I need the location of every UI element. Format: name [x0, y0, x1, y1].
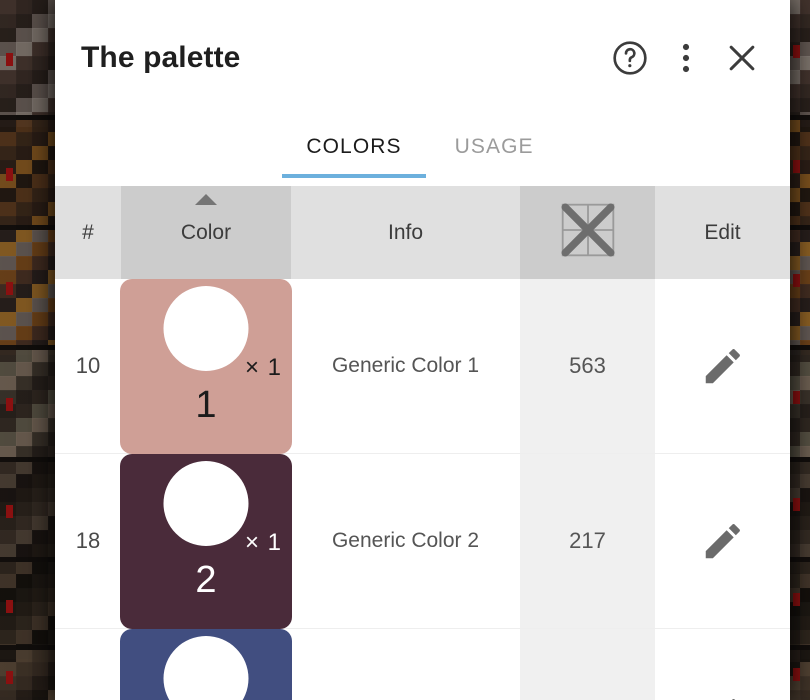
column-header-color-label: Color [180, 220, 232, 244]
row-info-value: Generic Color 1 [331, 353, 480, 377]
row-number-cell [55, 629, 121, 700]
column-header-color[interactable]: Color [121, 186, 291, 279]
tab-bar: COLORS USAGE [55, 116, 790, 186]
swatch-index: 1 [195, 383, 217, 426]
table-header-row: # Color Info Edit [55, 186, 790, 279]
table-row[interactable]: 10 × 1 1 Generic Color 1 563 [55, 278, 790, 454]
column-header-number[interactable]: # [55, 186, 121, 279]
color-swatch[interactable]: × 1 3 [120, 628, 292, 700]
column-header-stitches[interactable] [520, 186, 655, 279]
row-number-value: 18 [75, 528, 101, 553]
row-edit-cell[interactable] [655, 629, 790, 700]
table-row[interactable]: 18 × 1 2 Generic Color 2 217 [55, 453, 790, 629]
cross-stitch-icon [557, 199, 619, 267]
row-count-value: 563 [569, 353, 606, 378]
swatch-hole-icon [163, 285, 249, 371]
row-color-cell[interactable]: × 1 2 [120, 453, 292, 629]
row-color-cell[interactable]: × 1 1 [120, 278, 292, 454]
row-color-cell[interactable]: × 1 3 [120, 628, 292, 700]
sort-ascending-icon [195, 194, 217, 205]
color-swatch[interactable]: × 1 2 [120, 453, 292, 629]
close-icon[interactable] [714, 30, 770, 86]
row-count-value: 217 [569, 528, 606, 553]
swatch-index: 2 [195, 558, 217, 601]
column-header-number-label: # [82, 220, 94, 244]
row-info-cell: Generic Color 3 [291, 629, 520, 700]
row-number-cell: 18 [55, 454, 121, 628]
column-header-info[interactable]: Info [291, 186, 520, 279]
swatch-multiplier: × 1 [244, 528, 282, 556]
colors-table: # Color Info Edit 10 × 1 1 Generic Color… [55, 186, 790, 700]
row-count-cell: 563 [520, 279, 655, 453]
row-info-cell: Generic Color 1 [291, 279, 520, 453]
row-count-cell: 217 [520, 454, 655, 628]
row-number-value: 10 [75, 353, 101, 378]
page-title: The palette [81, 41, 241, 74]
overflow-menu-icon[interactable] [658, 30, 714, 86]
palette-dialog: The palette COLORS USAGE # Color Info Ed… [55, 0, 790, 700]
row-count-cell [520, 629, 655, 700]
pencil-icon[interactable] [700, 518, 746, 564]
tab-usage[interactable]: USAGE [426, 116, 563, 178]
tab-colors[interactable]: COLORS [282, 116, 426, 178]
row-info-cell: Generic Color 2 [291, 454, 520, 628]
column-header-info-label: Info [387, 220, 424, 244]
table-row[interactable]: × 1 3 Generic Color 3 [55, 628, 790, 700]
column-header-edit[interactable]: Edit [655, 186, 790, 279]
color-swatch[interactable]: × 1 1 [120, 278, 292, 454]
row-number-cell: 10 [55, 279, 121, 453]
pencil-icon[interactable] [700, 343, 746, 389]
row-info-value: Generic Color 2 [331, 528, 480, 552]
pencil-icon[interactable] [700, 693, 746, 700]
swatch-multiplier: × 1 [244, 353, 282, 381]
swatch-hole-icon [163, 460, 249, 546]
help-icon[interactable] [602, 30, 658, 86]
column-header-edit-label: Edit [704, 220, 741, 244]
dialog-titlebar: The palette [55, 0, 790, 116]
swatch-hole-icon [163, 635, 249, 700]
row-edit-cell[interactable] [655, 454, 790, 628]
row-edit-cell[interactable] [655, 279, 790, 453]
